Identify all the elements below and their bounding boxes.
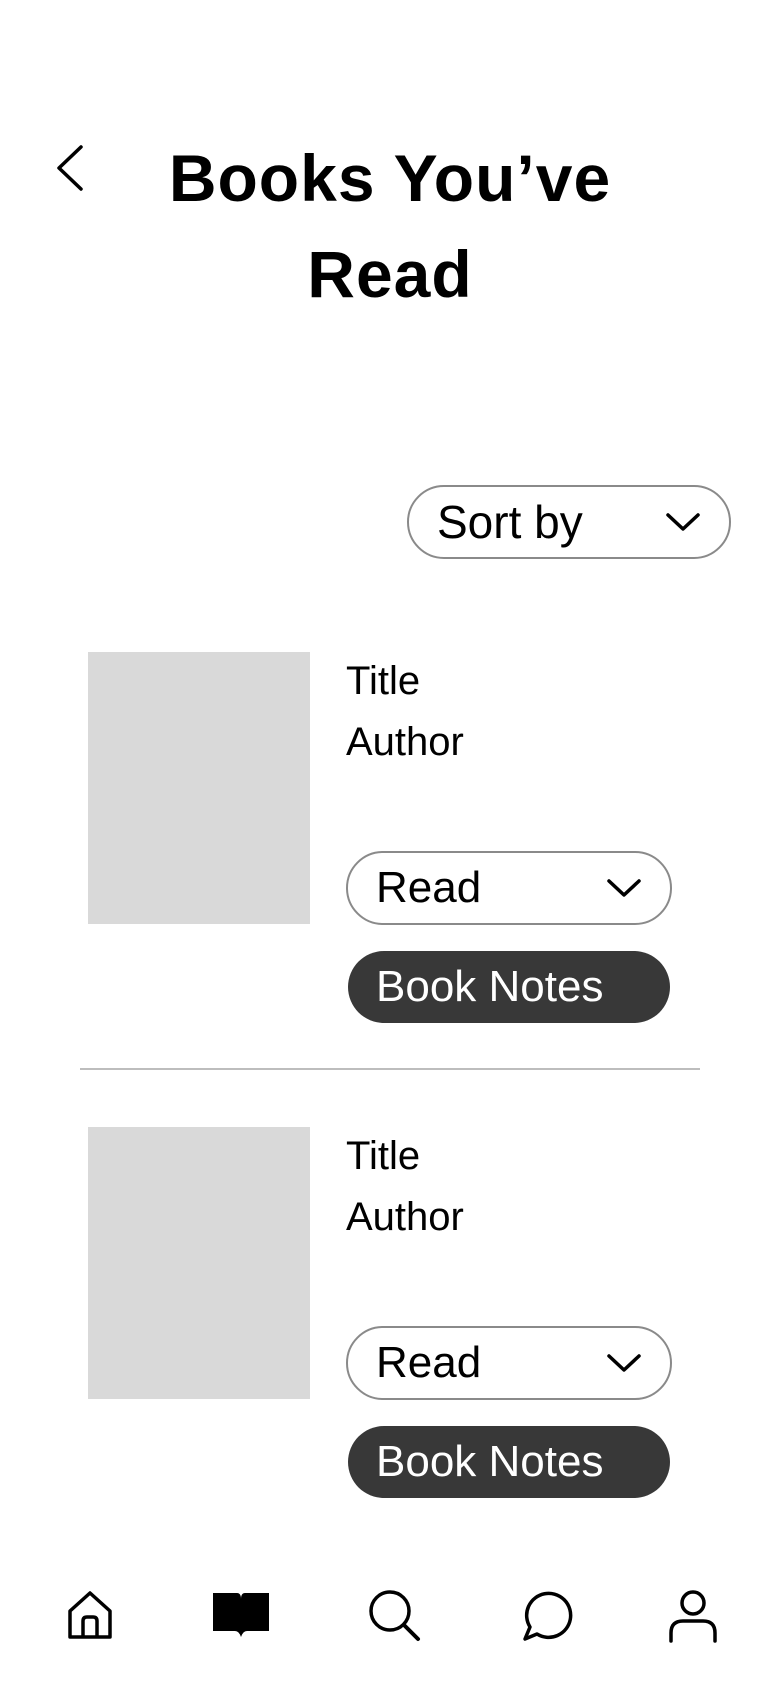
nav-library[interactable] <box>206 1580 276 1650</box>
home-icon <box>62 1587 118 1643</box>
book-notes-button[interactable]: Book Notes <box>348 951 670 1023</box>
read-status-dropdown[interactable]: Read <box>346 851 672 925</box>
chevron-down-icon <box>606 877 642 899</box>
book-cover-placeholder[interactable] <box>88 1127 310 1399</box>
page-title: Books You’ve Read <box>168 141 612 311</box>
read-status-label: Read <box>376 1338 482 1387</box>
chevron-down-icon <box>606 1352 642 1374</box>
profile-icon <box>665 1587 721 1643</box>
book-notes-button[interactable]: Book Notes <box>348 1426 670 1498</box>
book-cover-placeholder[interactable] <box>88 652 310 924</box>
book-title: Title <box>346 659 421 703</box>
divider <box>80 1068 700 1070</box>
read-status-dropdown[interactable]: Read <box>346 1326 672 1400</box>
nav-chat[interactable] <box>510 1580 580 1650</box>
chevron-down-icon <box>665 511 701 533</box>
book-icon <box>211 1589 271 1641</box>
sort-by-dropdown[interactable]: Sort by <box>407 485 731 559</box>
chat-icon <box>517 1587 573 1643</box>
nav-search[interactable] <box>359 1580 429 1650</box>
book-author: Author <box>346 720 464 764</box>
back-button[interactable] <box>50 140 90 196</box>
book-author: Author <box>346 1195 464 1239</box>
nav-home[interactable] <box>55 1580 125 1650</box>
sort-by-label: Sort by <box>437 496 583 548</box>
book-title: Title <box>346 1134 421 1178</box>
bottom-nav <box>0 1580 780 1660</box>
chevron-left-icon <box>55 143 85 193</box>
search-icon <box>366 1587 422 1643</box>
nav-profile[interactable] <box>658 1580 728 1650</box>
read-status-label: Read <box>376 863 482 912</box>
